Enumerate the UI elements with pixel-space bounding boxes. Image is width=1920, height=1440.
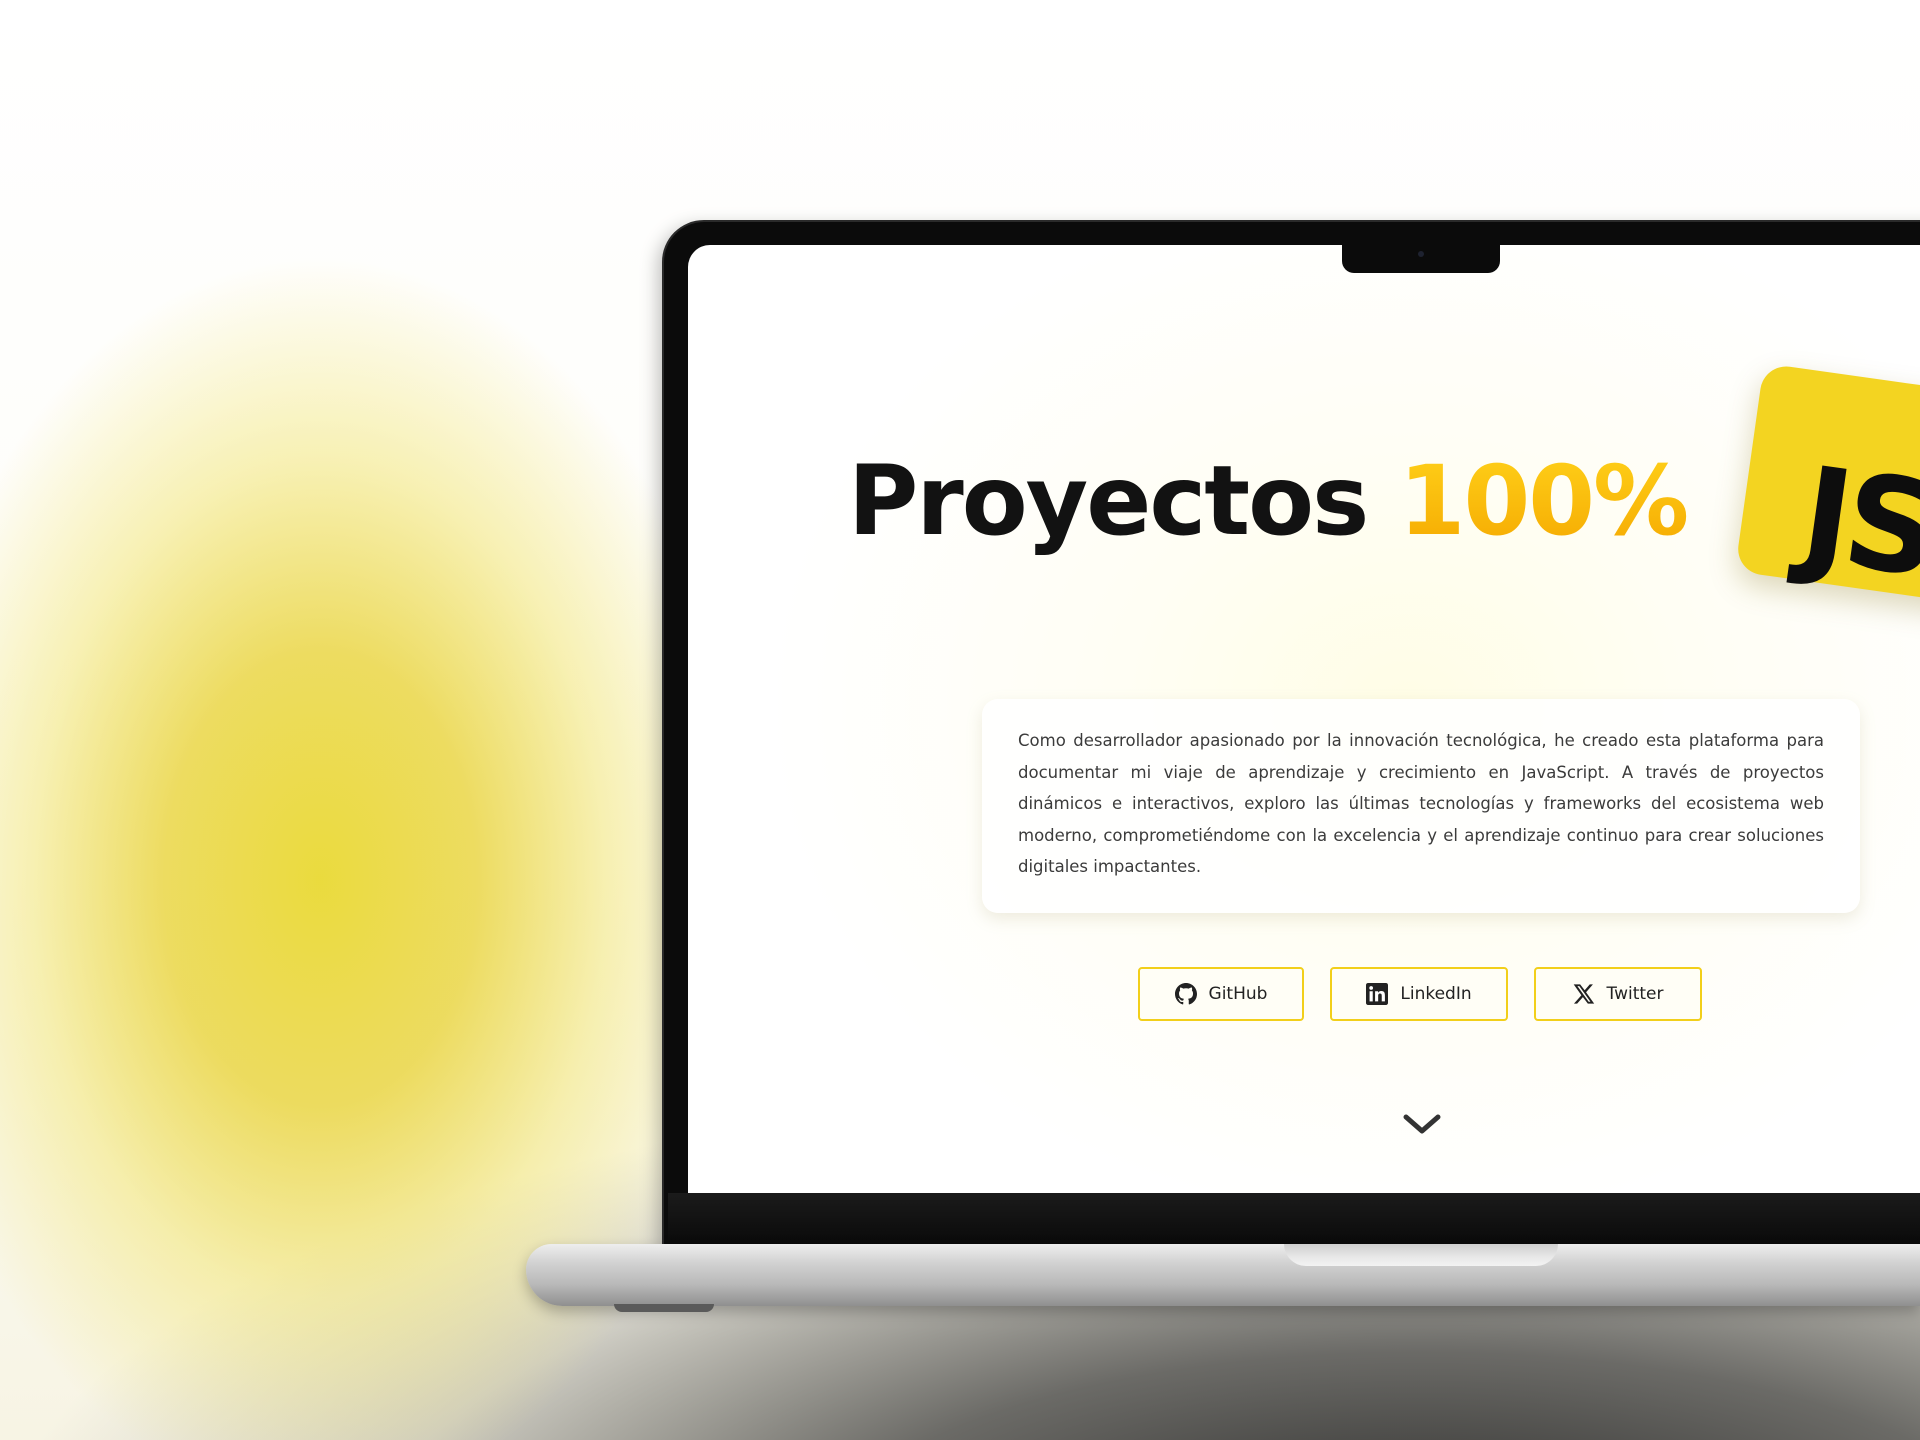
laptop-foot [614, 1304, 714, 1312]
page-title: Proyectos 100% [848, 445, 1690, 557]
about-card: Como desarrollador apasionado por la inn… [982, 699, 1860, 913]
twitter-button[interactable]: Twitter [1534, 967, 1702, 1021]
title-accent: 100% [1398, 445, 1690, 557]
github-label: GitHub [1208, 984, 1268, 1004]
twitter-label: Twitter [1606, 984, 1664, 1004]
laptop-chin [668, 1193, 1920, 1245]
js-logo-text: JS [1793, 437, 1920, 607]
chevron-down-icon [1403, 1114, 1441, 1134]
laptop-base [526, 1244, 1920, 1306]
github-icon [1174, 983, 1197, 1005]
social-links: GitHub LinkedIn Twitter [1138, 967, 1704, 1023]
laptop-opening-notch [1284, 1244, 1558, 1266]
title-main: Proyectos [848, 445, 1399, 557]
x-icon [1573, 983, 1595, 1005]
about-description: Como desarrollador apasionado por la inn… [1018, 731, 1824, 876]
linkedin-icon [1366, 983, 1389, 1005]
github-button[interactable]: GitHub [1138, 967, 1304, 1021]
laptop-screen: Proyectos 100% JS Como desarrollador apa… [688, 245, 1920, 1193]
camera-icon [1418, 251, 1424, 257]
camera-notch [1342, 243, 1500, 273]
scroll-down-button[interactable] [1400, 1109, 1444, 1139]
linkedin-button[interactable]: LinkedIn [1330, 967, 1508, 1021]
linkedin-label: LinkedIn [1400, 984, 1472, 1004]
js-logo-badge: JS [1734, 363, 1920, 613]
